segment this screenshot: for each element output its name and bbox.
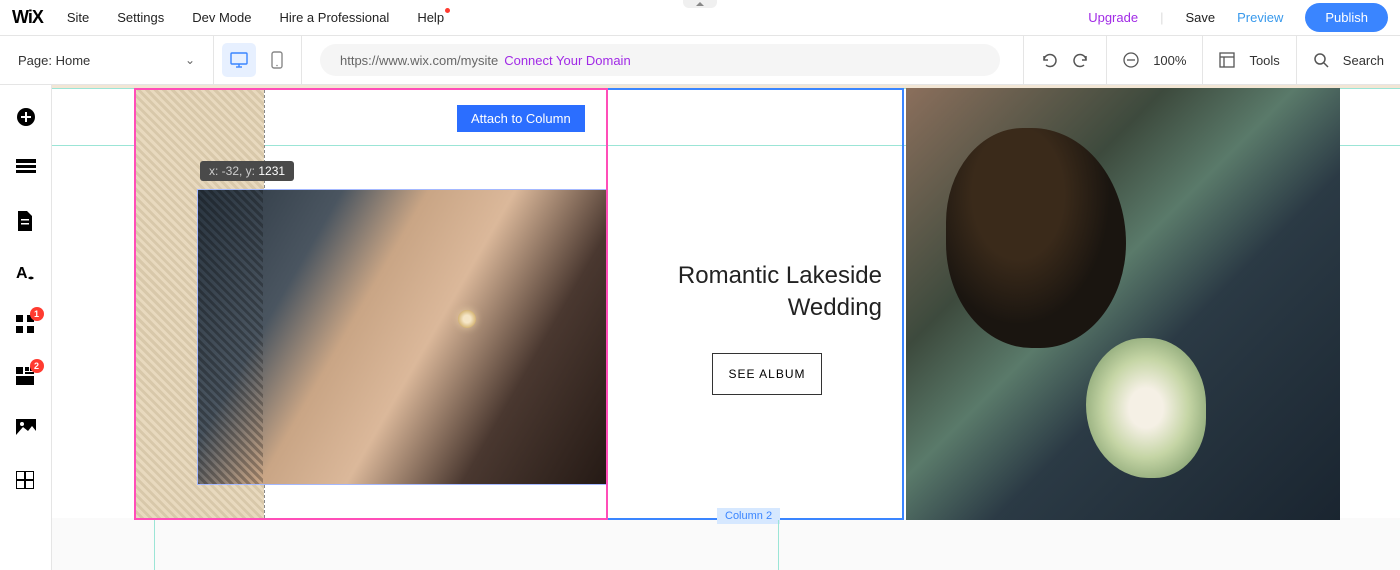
pages-button[interactable] bbox=[16, 211, 36, 231]
dragging-element-frame[interactable] bbox=[134, 88, 608, 520]
notification-dot bbox=[445, 8, 450, 13]
page-selector-label: Page: Home bbox=[18, 53, 90, 68]
tools-button[interactable]: Tools bbox=[1202, 36, 1295, 84]
menu-hire-professional[interactable]: Hire a Professional bbox=[279, 10, 389, 25]
attach-to-column-button[interactable]: Attach to Column bbox=[457, 105, 585, 132]
see-album-button[interactable]: SEE ALBUM bbox=[712, 353, 822, 395]
desktop-icon bbox=[230, 52, 248, 68]
search-icon bbox=[1313, 52, 1329, 68]
url-bar[interactable]: https://www.wix.com/mysite Connect Your … bbox=[320, 44, 1000, 76]
tab-notch[interactable] bbox=[683, 0, 717, 8]
layout-badge: 2 bbox=[30, 359, 44, 373]
mobile-icon bbox=[271, 51, 283, 69]
page-selector[interactable]: Page: Home ⌄ bbox=[0, 36, 214, 84]
upgrade-link[interactable]: Upgrade bbox=[1088, 10, 1138, 25]
chevron-down-icon: ⌄ bbox=[185, 53, 195, 67]
save-button[interactable]: Save bbox=[1185, 10, 1215, 25]
layout-button[interactable]: 2 bbox=[16, 367, 36, 387]
menu-site[interactable]: Site bbox=[67, 10, 89, 25]
heading-text-block[interactable]: Romantic LakesideWedding bbox=[622, 260, 882, 325]
desktop-view-button[interactable] bbox=[222, 43, 256, 77]
grid-button[interactable] bbox=[16, 471, 36, 491]
media-button[interactable] bbox=[16, 419, 36, 439]
mobile-view-button[interactable] bbox=[260, 43, 294, 77]
wedding-couple-image[interactable] bbox=[906, 88, 1340, 520]
publish-button[interactable]: Publish bbox=[1305, 3, 1388, 32]
apps-badge: 1 bbox=[30, 307, 44, 321]
theme-button[interactable]: A bbox=[16, 263, 36, 283]
search-button[interactable]: Search bbox=[1296, 36, 1400, 84]
tools-icon bbox=[1219, 52, 1235, 68]
zoom-out-icon[interactable] bbox=[1123, 52, 1139, 68]
lower-section-guide bbox=[154, 520, 779, 570]
wix-logo[interactable]: WiX bbox=[12, 7, 43, 28]
sections-button[interactable] bbox=[16, 159, 36, 179]
apps-button[interactable]: 1 bbox=[16, 315, 36, 335]
menu-settings[interactable]: Settings bbox=[117, 10, 164, 25]
zoom-level[interactable]: 100% bbox=[1153, 53, 1186, 68]
undo-icon[interactable] bbox=[1040, 52, 1058, 68]
editor-canvas[interactable]: Romantic LakesideWedding SEE ALBUM Colum… bbox=[52, 85, 1400, 570]
connect-domain-link[interactable]: Connect Your Domain bbox=[504, 53, 630, 68]
redo-icon[interactable] bbox=[1072, 52, 1090, 68]
svg-text:A: A bbox=[16, 265, 28, 282]
menu-help[interactable]: Help bbox=[417, 10, 444, 25]
coordinate-tooltip: x: -32, y: 1231 bbox=[200, 161, 294, 181]
menu-dev-mode[interactable]: Dev Mode bbox=[192, 10, 251, 25]
add-element-button[interactable] bbox=[16, 107, 36, 127]
url-text: https://www.wix.com/mysite bbox=[340, 53, 498, 68]
preview-button[interactable]: Preview bbox=[1237, 10, 1283, 25]
